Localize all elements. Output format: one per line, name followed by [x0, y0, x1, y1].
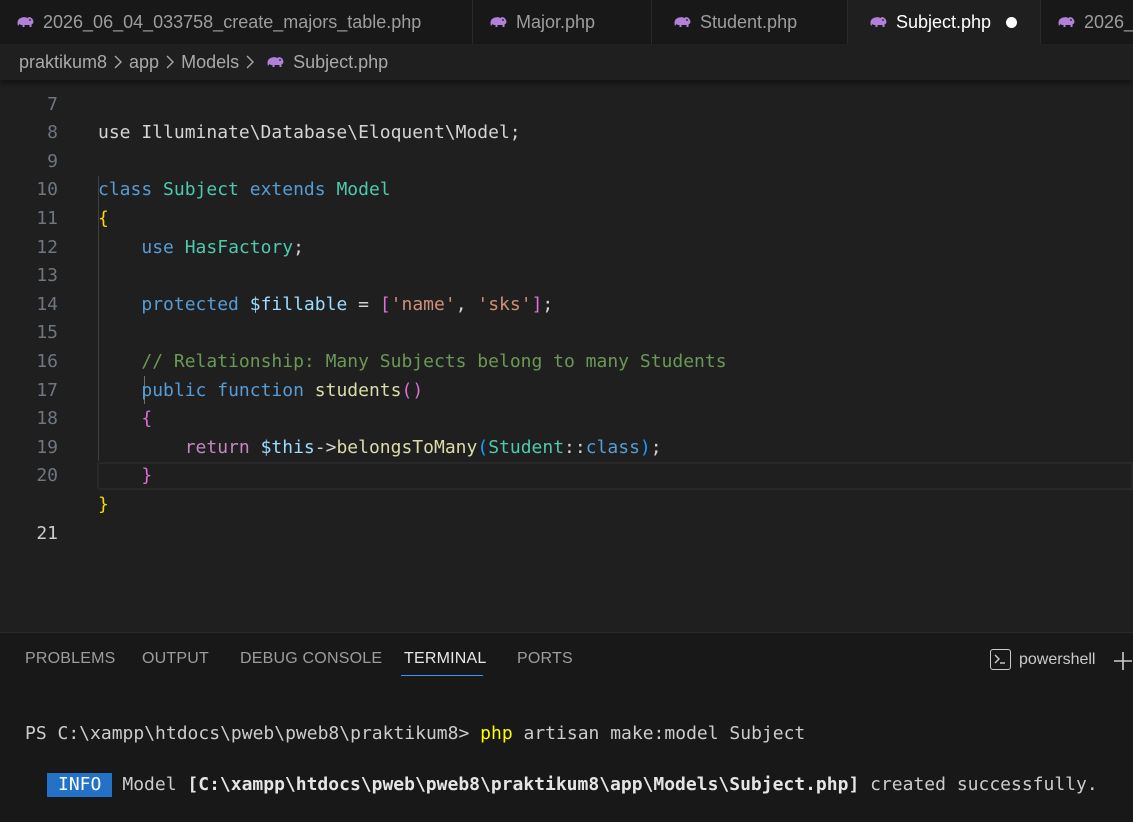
tab-label: 2026_06_04_033758_create_majors_table.ph…: [43, 11, 422, 32]
code-line: 13 protected $fillable = ['name', 'sks']…: [0, 234, 1133, 315]
breadcrumb-item-app[interactable]: app: [129, 52, 159, 73]
php-elephant-icon: [17, 17, 34, 27]
code-line: 19 }: [0, 405, 1133, 487]
active-tab-indicator: [401, 675, 483, 676]
chevron-right-icon: [161, 53, 179, 71]
terminal-prompt: PS C:\xampp\htdocs\pweb\pweb8\praktikum8…: [25, 723, 481, 744]
code-line: 11 use HasFactory;: [0, 176, 1133, 258]
breadcrumb: praktikum8 app Models Subject.php: [0, 44, 1133, 80]
terminal-output-line: INFO Model [C:\xampp\htdocs\pweb\pweb8\pr…: [47, 773, 1098, 797]
php-elephant-icon: [490, 17, 507, 27]
code-line: 15 // Relationship: Many Subjects belong…: [0, 291, 1133, 372]
editor-tab-bar: 2026_06_04_033758_create_majors_table.ph…: [0, 0, 1133, 44]
code-line: 20 }: [0, 434, 1133, 515]
terminal-output-text: created successfully.: [859, 774, 1098, 795]
unsaved-dot-icon[interactable]: [1006, 16, 1018, 28]
line-number: 21: [36, 522, 58, 544]
code-line: 9 class Subject extends Model: [0, 119, 1133, 201]
tab-debug-console[interactable]: DEBUG CONSOLE: [240, 650, 382, 668]
code-line: 12: [0, 205, 1133, 258]
php-elephant-icon: [870, 17, 887, 27]
tab-create-majors-table[interactable]: 2026_06_04_033758_create_majors_table.ph…: [0, 0, 473, 44]
chevron-right-icon: [109, 53, 127, 71]
tab-ports[interactable]: PORTS: [517, 650, 573, 668]
breadcrumb-item-praktikum8[interactable]: praktikum8: [19, 52, 107, 73]
tab-label: Major.php: [516, 11, 596, 32]
tab-terminal[interactable]: TERMINAL: [404, 650, 487, 668]
terminal-command-php: php: [480, 723, 513, 744]
tab-output[interactable]: OUTPUT: [142, 650, 209, 668]
breadcrumb-item-models[interactable]: Models: [181, 52, 239, 73]
code-line: 14: [0, 262, 1133, 315]
php-elephant-icon: [1058, 17, 1075, 27]
breadcrumb-item-subject-php[interactable]: Subject.php: [293, 52, 388, 73]
tab-major-php[interactable]: Major.php: [473, 0, 652, 44]
bracket: }: [98, 493, 109, 515]
terminal-icon: [990, 649, 1011, 670]
shell-name: powershell: [1019, 650, 1096, 668]
terminal-command-args: artisan make:model Subject: [512, 723, 806, 744]
tab-problems[interactable]: PROBLEMS: [25, 650, 116, 668]
tab-migration-truncated[interactable]: 2026_: [1041, 0, 1133, 44]
code-line: 16 public function students(): [0, 319, 1133, 401]
plus-icon[interactable]: [1112, 650, 1133, 672]
code-line: 18 return $this->belongsToMany(Student::…: [0, 377, 1133, 458]
tab-label: Student.php: [700, 11, 798, 32]
tab-label: 2026_: [1084, 11, 1133, 32]
code-editor[interactable]: 7 use Illuminate\Database\Eloquent\Model…: [0, 62, 1133, 632]
code-line-current: 21: [0, 462, 1133, 544]
php-elephant-icon: [674, 17, 691, 27]
info-badge: INFO: [47, 773, 113, 797]
php-elephant-icon: [267, 57, 284, 67]
terminal-command-line: PS C:\xampp\htdocs\pweb\pweb8\praktikum8…: [25, 723, 805, 744]
tab-label: Subject.php: [896, 11, 992, 32]
terminal-output-path: [C:\xampp\htdocs\pweb\pweb8\praktikum8\a…: [187, 774, 860, 795]
tab-subject-php[interactable]: Subject.php: [848, 0, 1041, 44]
tab-student-php[interactable]: Student.php: [652, 0, 848, 44]
code-line: 17 {: [0, 348, 1133, 430]
code-line: 8: [0, 91, 1133, 143]
terminal-output-text: Model: [122, 774, 188, 795]
terminal-shell-selector[interactable]: powershell: [990, 649, 1095, 670]
code-line: 10 {: [0, 148, 1133, 229]
bottom-panel: PROBLEMS OUTPUT DEBUG CONSOLE TERMINAL P…: [0, 632, 1133, 822]
chevron-right-icon: [241, 53, 259, 71]
current-line-highlight: [97, 462, 1133, 491]
